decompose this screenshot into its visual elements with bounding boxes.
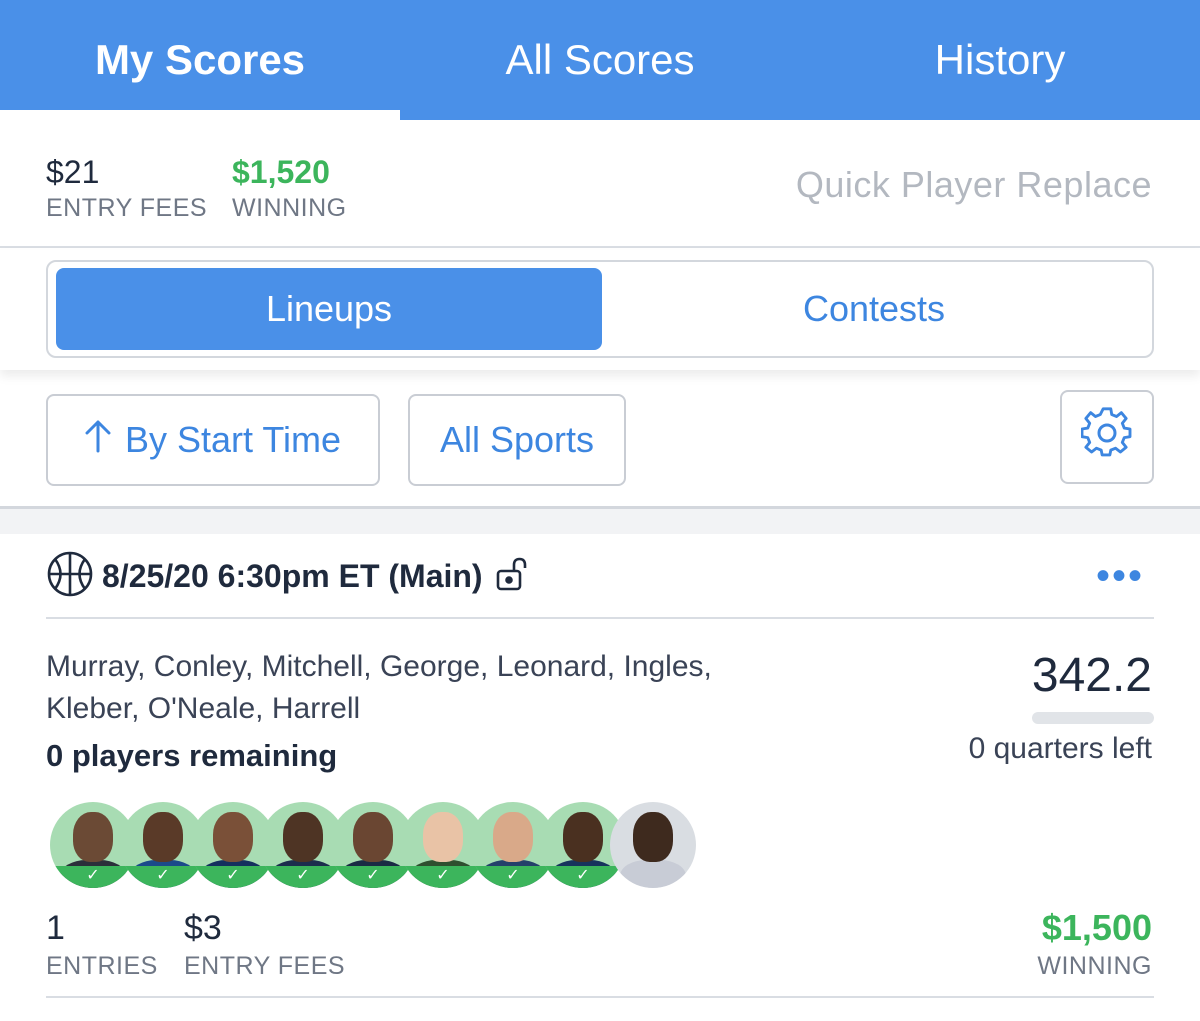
avatar-face	[353, 812, 393, 862]
top-nav: My Scores All Scores History	[0, 0, 1200, 120]
basketball-icon	[46, 550, 102, 603]
lineups-contests-toggle: Lineups Contests	[46, 260, 1154, 358]
card-divider	[46, 617, 1154, 619]
check-icon: ✓	[540, 866, 626, 888]
avatar-face	[493, 812, 533, 862]
quarters-left: 0 quarters left	[968, 732, 1152, 765]
slate-title: 8/25/20 6:30pm ET (Main)	[102, 557, 483, 594]
settings-button[interactable]	[1060, 390, 1154, 484]
players-line: Murray, Conley, Mitchell, George, Leonar…	[46, 650, 712, 683]
winning-label: WINNING	[232, 194, 347, 222]
avatar-face	[143, 812, 183, 862]
player-avatar[interactable]	[610, 802, 696, 888]
lineup-players: Murray, Conley, Mitchell, George, Leonar…	[46, 646, 846, 730]
entry-fees-stat: $21 ENTRY FEES	[46, 152, 207, 224]
avatar-face	[73, 812, 113, 862]
card-entry-fees-label: ENTRY FEES	[184, 952, 346, 980]
card-entry-fees-stat: $3 ENTRY FEES	[184, 906, 345, 982]
winning-value: $1,520	[232, 154, 330, 190]
card-bottom-divider	[46, 996, 1154, 998]
card-winning-stat: $1,500 WINNING	[1037, 906, 1152, 982]
avatar-face	[633, 812, 673, 862]
gear-icon	[1080, 406, 1133, 468]
segment-area: Lineups Contests	[0, 250, 1200, 370]
quick-player-replace-button[interactable]: Quick Player Replace	[796, 164, 1152, 206]
tab-label: History	[934, 36, 1066, 83]
avatar-face	[423, 812, 463, 862]
tab-history[interactable]: History	[800, 0, 1200, 120]
sort-by-start-time-button[interactable]: By Start Time	[46, 394, 380, 486]
card-winning-label: WINNING	[1037, 952, 1152, 980]
contests-segment[interactable]: Contests	[604, 268, 1144, 350]
more-dots-icon[interactable]: •••	[1096, 556, 1144, 596]
sports-label: All Sports	[439, 419, 595, 460]
entries-label: ENTRIES	[46, 952, 158, 980]
card-entry-fees-value: $3	[184, 909, 222, 947]
sort-label: By Start Time	[124, 419, 342, 460]
winning-stat: $1,520 WINNING	[232, 152, 347, 224]
all-sports-button[interactable]: All Sports	[408, 394, 626, 486]
entry-fees-value: $21	[46, 154, 100, 190]
time-remaining-bar	[1032, 712, 1154, 724]
lineup-score: 342.2	[1031, 649, 1152, 702]
tab-all-scores[interactable]: All Scores	[400, 0, 800, 120]
entries-value: 1	[46, 909, 65, 947]
card-winning-value: $1,500	[1041, 907, 1152, 948]
avatar-face	[213, 812, 253, 862]
entries-stat: 1 ENTRIES	[46, 906, 158, 982]
avatar-jersey	[620, 860, 686, 888]
active-tab-indicator	[0, 110, 400, 120]
lineup-card-header: 8/25/20 6:30pm ET (Main)	[46, 548, 527, 604]
arrow-up-icon	[85, 419, 111, 462]
lineups-segment[interactable]: Lineups	[56, 268, 602, 350]
avatar-face	[283, 812, 323, 862]
players-line: Kleber, O'Neale, Harrell	[46, 692, 361, 725]
summary-bar: $21 ENTRY FEES $1,520 WINNING Quick Play…	[0, 120, 1200, 248]
tab-my-scores[interactable]: My Scores	[0, 0, 400, 120]
tab-label: All Scores	[505, 36, 695, 83]
section-divider	[0, 506, 1200, 534]
entry-fees-label: ENTRY FEES	[46, 194, 208, 222]
avatar-face	[563, 812, 603, 862]
unlocked-lock-icon	[483, 556, 527, 597]
tab-label: My Scores	[94, 36, 306, 83]
players-remaining: 0 players remaining	[46, 738, 338, 773]
